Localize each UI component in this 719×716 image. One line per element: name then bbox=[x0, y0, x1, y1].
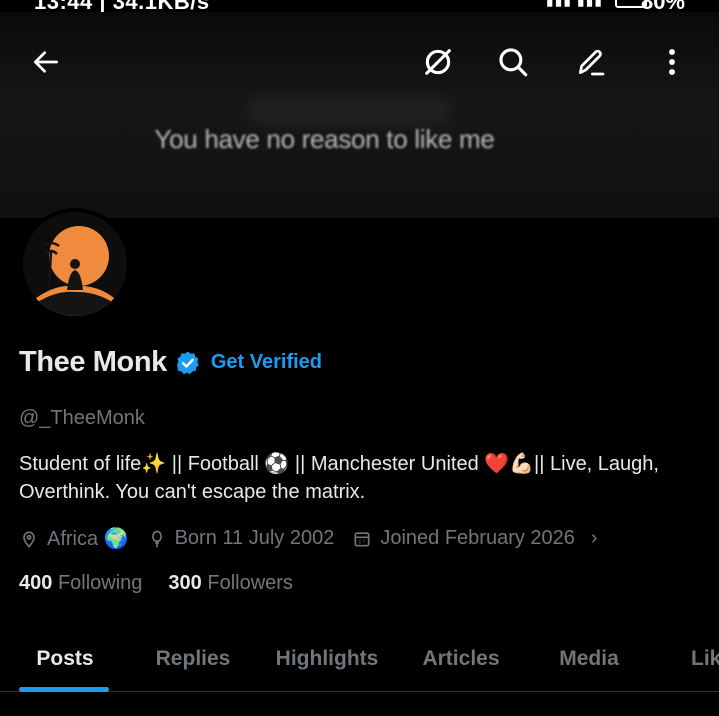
calendar-icon bbox=[354, 531, 370, 546]
tab-articles[interactable]: Articles bbox=[411, 626, 511, 692]
banner-decoration bbox=[250, 97, 450, 125]
tab-highlights[interactable]: Highlights bbox=[266, 626, 388, 692]
edit-icon bbox=[579, 49, 605, 76]
joined-text: Joined February 2026 bbox=[380, 527, 575, 549]
birthday-text: Born 11 July 2002 bbox=[174, 527, 335, 549]
birthday-item: Born 11 July 2002 bbox=[147, 527, 335, 550]
followers-count: 300 bbox=[168, 572, 202, 594]
verified-badge-icon bbox=[176, 351, 199, 374]
location-item: Africa 🌍 bbox=[19, 526, 129, 551]
search-icon bbox=[499, 48, 528, 77]
edit-profile-button[interactable] bbox=[563, 34, 619, 90]
followers-label: Followers bbox=[207, 572, 293, 594]
status-time: 13:44 | 34.1KB/s bbox=[34, 0, 210, 12]
status-bar: 13:44 | 34.1KB/s ▮▮▮ ▮▮▮ 80% bbox=[0, 0, 719, 12]
avatar[interactable] bbox=[19, 208, 131, 320]
more-vertical-icon bbox=[669, 49, 675, 75]
profile-meta: Africa 🌍 Born 11 July 2002 Joined Februa… bbox=[19, 526, 598, 551]
get-verified-link[interactable]: Get Verified bbox=[211, 351, 322, 374]
tab-likes[interactable]: Likes bbox=[691, 626, 719, 692]
profile-handle: @_TheeMonk bbox=[19, 407, 145, 429]
battery-percent: 80% bbox=[641, 0, 685, 12]
profile-bio: Student of life✨ || Football ⚽ || Manche… bbox=[19, 453, 659, 503]
signal-icon: ▮▮▮ ▮▮▮ bbox=[545, 0, 603, 8]
tab-media[interactable]: Media bbox=[546, 626, 632, 692]
following-link[interactable]: 400 Following bbox=[19, 572, 142, 595]
profile-tabs: Posts Replies Highlights Articles Media … bbox=[0, 626, 719, 692]
followers-link[interactable]: 300 Followers bbox=[168, 572, 293, 595]
more-options-button[interactable] bbox=[644, 34, 700, 90]
balloon-icon bbox=[151, 530, 162, 547]
location-pin-icon bbox=[23, 531, 35, 548]
following-count: 400 bbox=[19, 572, 53, 594]
grok-icon bbox=[425, 49, 451, 75]
back-button[interactable] bbox=[18, 34, 74, 90]
profile-name-row: Thee Monk Get Verified bbox=[19, 346, 322, 379]
location-text: Africa 🌍 bbox=[47, 528, 129, 550]
chevron-right-icon[interactable]: › bbox=[591, 527, 598, 550]
active-tab-indicator bbox=[19, 687, 109, 692]
banner-text: You have no reason to like me bbox=[154, 124, 495, 154]
tab-posts[interactable]: Posts bbox=[19, 626, 111, 692]
display-name: Thee Monk bbox=[19, 346, 167, 378]
search-button[interactable] bbox=[485, 34, 541, 90]
follow-stats: 400 Following 300 Followers bbox=[19, 572, 319, 595]
following-label: Following bbox=[57, 572, 143, 594]
joined-item[interactable]: Joined February 2026 bbox=[352, 527, 575, 550]
grok-button[interactable] bbox=[410, 34, 466, 90]
arrow-left-icon bbox=[34, 51, 58, 73]
avatar-monk-silhouette-image bbox=[23, 212, 127, 316]
tab-replies[interactable]: Replies bbox=[143, 626, 243, 692]
